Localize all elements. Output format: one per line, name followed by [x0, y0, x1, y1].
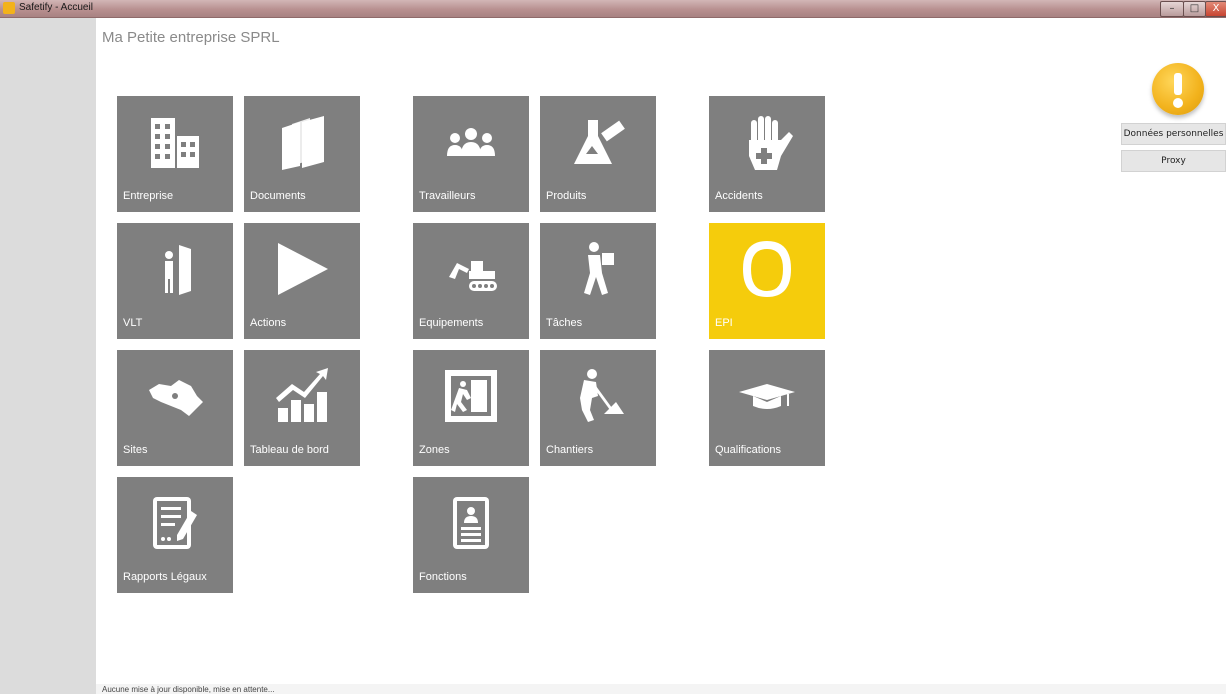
tile-fonctions[interactable]: Fonctions: [413, 477, 529, 593]
tile-accidents[interactable]: Accidents: [709, 96, 825, 212]
id-card-icon: [441, 493, 501, 553]
status-text: Aucune mise à jour disponible, mise en a…: [102, 685, 275, 694]
tile-actions[interactable]: Actions: [244, 223, 360, 339]
chemical-flask-icon: [568, 112, 628, 172]
belgium-map-icon: [145, 366, 205, 426]
report-pencil-icon: [145, 493, 205, 553]
tile-label: Chantiers: [546, 444, 594, 456]
tile-qualifications[interactable]: Qualifications: [709, 350, 825, 466]
tile-label: Fonctions: [419, 571, 467, 583]
injured-hand-icon: [737, 112, 797, 172]
tile-equipements[interactable]: Equipements: [413, 223, 529, 339]
tile-label: Zones: [419, 444, 450, 456]
tile-epi[interactable]: EPI: [709, 223, 825, 339]
tile-label: Equipements: [419, 317, 484, 329]
tile-documents[interactable]: Documents: [244, 96, 360, 212]
tile-label: Sites: [123, 444, 148, 456]
graduation-cap-icon: [737, 366, 797, 426]
tile-tableau-de-bord[interactable]: Tableau de bord: [244, 350, 360, 466]
tile-label: Rapports Légaux: [123, 571, 207, 583]
tile-rapports-legaux[interactable]: Rapports Légaux: [117, 477, 233, 593]
app-icon: [3, 2, 15, 14]
alert-icon[interactable]: [1152, 63, 1204, 115]
tile-produits[interactable]: Produits: [540, 96, 656, 212]
window-title: Safetify - Accueil: [19, 2, 93, 13]
tile-entreprise[interactable]: Entreprise: [117, 96, 233, 212]
door-person-icon: [145, 239, 205, 299]
tile-label: EPI: [715, 317, 733, 329]
bar-chart-trend-icon: [272, 366, 332, 426]
emergency-exit-icon: [441, 366, 501, 426]
workers-icon: [441, 112, 501, 172]
tile-label: Travailleurs: [419, 190, 476, 202]
ear-protection-icon: [737, 239, 797, 299]
tile-travailleurs[interactable]: Travailleurs: [413, 96, 529, 212]
tile-vlt[interactable]: VLT: [117, 223, 233, 339]
tile-label: Documents: [250, 190, 306, 202]
tile-label: Produits: [546, 190, 587, 202]
minimize-button[interactable]: –: [1160, 1, 1184, 17]
worker-carrying-icon: [568, 239, 628, 299]
left-gutter: [0, 18, 96, 694]
building-icon: [145, 112, 205, 172]
company-name: Ma Petite entreprise SPRL: [102, 29, 280, 46]
proxy-button[interactable]: Proxy: [1121, 150, 1226, 172]
excavator-icon: [441, 239, 501, 299]
close-button[interactable]: X: [1205, 1, 1226, 17]
play-icon: [272, 239, 332, 299]
maximize-button[interactable]: □: [1183, 1, 1206, 17]
tile-sites[interactable]: Sites: [117, 350, 233, 466]
tile-label: Tableau de bord: [250, 444, 329, 456]
title-bar: Safetify - Accueil – □ X: [0, 0, 1226, 18]
tile-zones[interactable]: Zones: [413, 350, 529, 466]
digging-worker-icon: [568, 366, 628, 426]
tile-chantiers[interactable]: Chantiers: [540, 350, 656, 466]
tile-label: Entreprise: [123, 190, 174, 202]
tile-label: Qualifications: [715, 444, 782, 456]
books-icon: [272, 112, 332, 172]
tile-label: Accidents: [715, 190, 763, 202]
tile-label: Actions: [250, 317, 287, 329]
tile-taches[interactable]: Tâches: [540, 223, 656, 339]
personal-data-button[interactable]: Données personnelles: [1121, 123, 1226, 145]
tile-label: Tâches: [546, 317, 583, 329]
tile-label: VLT: [123, 317, 143, 329]
